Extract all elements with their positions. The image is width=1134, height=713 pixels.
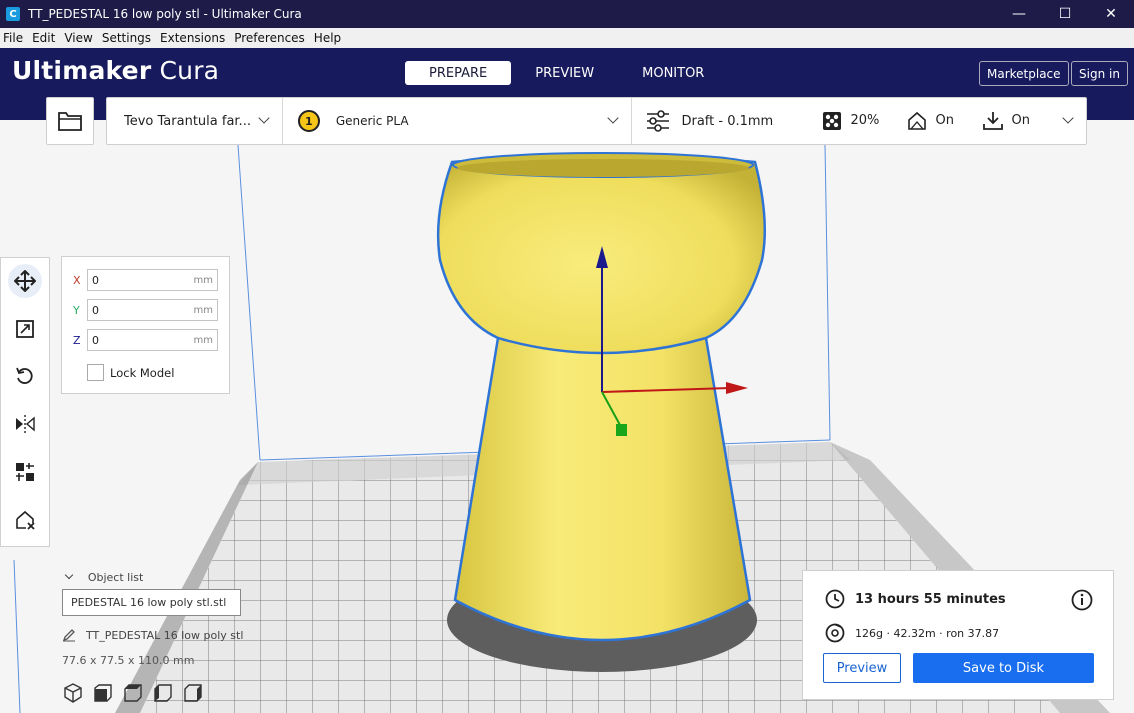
print-time-row: 13 hours 55 minutes [825, 589, 1006, 609]
menu-settings[interactable]: Settings [99, 31, 154, 45]
brand-product: Cura [151, 56, 220, 85]
sliders-icon [647, 110, 670, 132]
y-position-input[interactable]: 0 mm [87, 299, 218, 321]
camera-view-buttons [62, 682, 204, 704]
x-axis-label: X [73, 273, 81, 287]
3d-view-icon[interactable] [62, 682, 84, 704]
z-value: 0 [92, 333, 99, 347]
lock-model-label: Lock Model [110, 365, 175, 380]
save-to-disk-button[interactable]: Save to Disk [913, 653, 1094, 683]
menu-bar: File Edit View Settings Extensions Prefe… [0, 28, 1134, 48]
support-blocker-icon [16, 510, 35, 530]
left-view-icon[interactable] [152, 682, 174, 704]
tool-sidebar [0, 257, 50, 547]
printer-name: Tevo Tarantula far... [124, 113, 251, 129]
clock-icon [825, 589, 845, 609]
profile-name: Draft - 0.1mm [681, 113, 774, 129]
adhesion-value: On [1011, 113, 1030, 128]
menu-edit[interactable]: Edit [29, 31, 58, 45]
y-axis-label: Y [73, 303, 80, 317]
rotate-tool[interactable] [8, 359, 42, 393]
move-tool[interactable] [8, 264, 42, 298]
marketplace-button[interactable]: Marketplace [979, 61, 1069, 86]
z-position-input[interactable]: 0 mm [87, 329, 218, 351]
maximize-icon[interactable]: ☐ [1042, 0, 1088, 28]
move-icon [14, 270, 36, 292]
chevron-down-icon [607, 112, 620, 124]
menu-extensions[interactable]: Extensions [157, 31, 228, 45]
front-view-icon[interactable] [92, 682, 114, 704]
chevron-down-icon [1062, 112, 1074, 124]
open-file-button[interactable] [46, 97, 94, 145]
lock-model-checkbox[interactable] [87, 364, 104, 381]
pencil-icon [62, 629, 75, 642]
infill-icon [823, 112, 842, 130]
print-settings-selector[interactable]: Draft - 0.1mm 20% On On [632, 98, 1086, 144]
top-view-icon[interactable] [122, 682, 144, 704]
adhesion-icon [983, 112, 1004, 130]
support-blocker-tool[interactable] [8, 503, 42, 537]
print-time: 13 hours 55 minutes [855, 591, 1006, 607]
move-tool-panel: X 0 mm Y 0 mm Z 0 mm Lock Model [61, 256, 230, 394]
material-usage-row: 126g · 42.32m · ron 37.87 [825, 623, 999, 643]
extruder-badge: 1 [297, 110, 320, 132]
print-summary-panel: 13 hours 55 minutes 126g · 42.32m · ron … [802, 570, 1114, 700]
mirror-tool[interactable] [8, 407, 42, 441]
material-selector[interactable]: 1 Generic PLA [283, 98, 632, 144]
stage-tabs: PREPARE PREVIEW MONITOR [405, 61, 728, 85]
material-name: Generic PLA [335, 114, 409, 128]
brand-name: Ultimaker [12, 56, 152, 85]
object-name-row[interactable]: TT_PEDESTAL 16 low poly stl [62, 628, 243, 642]
scale-tool[interactable] [8, 312, 42, 346]
rotate-icon [16, 367, 33, 384]
object-list-header[interactable]: Object list [62, 570, 143, 584]
tab-monitor[interactable]: MONITOR [618, 61, 728, 85]
mirror-icon [16, 415, 35, 433]
right-view-icon[interactable] [182, 682, 204, 704]
menu-help[interactable]: Help [311, 31, 344, 45]
infill-value: 20% [850, 113, 880, 128]
z-unit: mm [193, 334, 213, 346]
tab-prepare[interactable]: PREPARE [405, 61, 512, 85]
object-list-item[interactable]: PEDESTAL 16 low poly stl.stl [62, 589, 241, 616]
per-model-settings-tool[interactable] [8, 455, 42, 489]
brand-logo: Ultimaker Cura [12, 56, 219, 85]
y-unit: mm [193, 304, 213, 316]
tab-preview[interactable]: PREVIEW [511, 61, 618, 85]
support-value: On [935, 113, 954, 128]
print-setup-bar: Tevo Tarantula far... 1 Generic PLA Draf… [106, 97, 1087, 145]
preview-button[interactable]: Preview [823, 653, 901, 683]
per-model-settings-icon [16, 463, 34, 481]
x-unit: mm [193, 274, 213, 286]
chevron-down-icon [64, 570, 74, 580]
lock-model-row[interactable]: Lock Model [87, 364, 174, 381]
printer-selector[interactable]: Tevo Tarantula far... [107, 98, 282, 144]
support-icon [908, 111, 927, 130]
folder-icon [58, 112, 82, 131]
close-icon[interactable]: ✕ [1088, 0, 1134, 28]
title-bar: C TT_PEDESTAL 16 low poly stl - Ultimake… [0, 0, 1134, 28]
x-value: 0 [92, 273, 99, 287]
object-list-label: Object list [87, 571, 144, 584]
menu-view[interactable]: View [61, 31, 95, 45]
window-title: TT_PEDESTAL 16 low poly stl - Ultimaker … [28, 7, 302, 21]
sign-in-button[interactable]: Sign in [1071, 61, 1128, 86]
scale-icon [16, 320, 34, 338]
spool-icon [825, 623, 845, 643]
cura-app-icon: C [6, 7, 20, 21]
menu-file[interactable]: File [0, 31, 26, 45]
minimize-icon[interactable]: — [996, 0, 1042, 28]
x-position-input[interactable]: 0 mm [87, 269, 218, 291]
info-icon[interactable] [1071, 589, 1093, 611]
menu-preferences[interactable]: Preferences [231, 31, 308, 45]
y-value: 0 [92, 303, 99, 317]
material-usage: 126g · 42.32m · ron 37.87 [855, 626, 1000, 640]
z-axis-label: Z [73, 333, 81, 347]
object-dimensions: 77.6 x 77.5 x 110.0 mm [62, 654, 195, 667]
chevron-down-icon [258, 112, 270, 124]
object-name: TT_PEDESTAL 16 low poly stl [86, 628, 244, 642]
